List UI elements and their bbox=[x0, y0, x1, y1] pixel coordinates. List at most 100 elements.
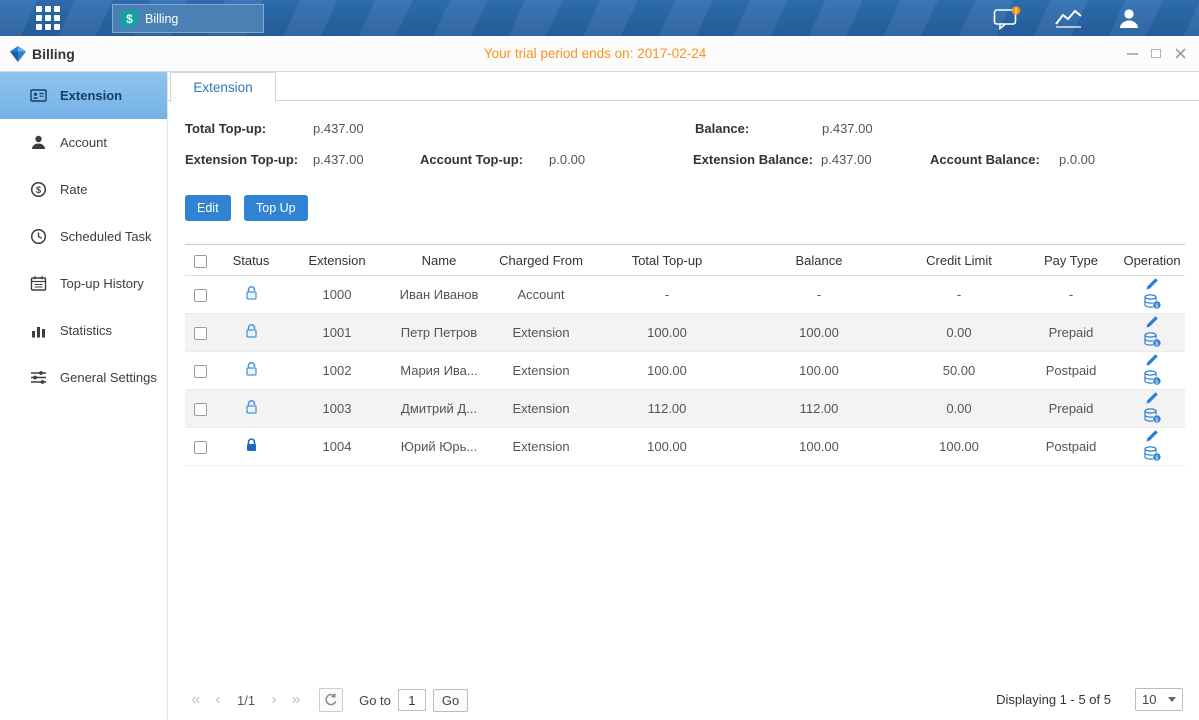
extension-table: Status Extension Name Charged From Total… bbox=[185, 244, 1185, 466]
topup-icon[interactable]: $ bbox=[1144, 332, 1161, 351]
svg-text:!: ! bbox=[1015, 8, 1017, 15]
page-size-select[interactable]: 10 bbox=[1135, 688, 1183, 711]
cell-extension: 1001 bbox=[287, 314, 387, 352]
cell-total-topup: 100.00 bbox=[591, 314, 743, 352]
header-name: Name bbox=[387, 245, 491, 276]
user-icon[interactable] bbox=[1116, 6, 1142, 35]
row-checkbox[interactable] bbox=[194, 365, 207, 378]
sidebar-item-general-settings[interactable]: General Settings bbox=[0, 354, 167, 401]
select-all-checkbox[interactable] bbox=[194, 255, 207, 268]
account-topup-value: p.0.00 bbox=[549, 152, 585, 167]
cell-extension: 1003 bbox=[287, 390, 387, 428]
cell-extension: 1004 bbox=[287, 428, 387, 466]
calendar-icon bbox=[30, 275, 47, 292]
edit-button[interactable]: Edit bbox=[185, 195, 231, 221]
table-row[interactable]: 1000 Иван Иванов Account - - - - $ bbox=[185, 276, 1185, 314]
table-row[interactable]: 1004 Юрий Юрь... Extension 100.00 100.00… bbox=[185, 428, 1185, 466]
bar-chart-icon bbox=[30, 322, 47, 339]
cell-name: Дмитрий Д... bbox=[387, 390, 491, 428]
table-row[interactable]: 1001 Петр Петров Extension 100.00 100.00… bbox=[185, 314, 1185, 352]
topup-icon[interactable]: $ bbox=[1144, 446, 1161, 465]
topup-icon[interactable]: $ bbox=[1144, 370, 1161, 389]
rate-icon: $ bbox=[30, 181, 47, 198]
total-topup-value: p.437.00 bbox=[313, 121, 364, 136]
chat-icon[interactable]: ! bbox=[993, 6, 1021, 35]
main-content: Extension Total Top-up: p.437.00 Balance… bbox=[168, 72, 1199, 720]
edit-icon[interactable] bbox=[1145, 390, 1160, 408]
header-extension: Extension bbox=[287, 245, 387, 276]
tab-extension[interactable]: Extension bbox=[170, 72, 276, 102]
header-pay-type: Pay Type bbox=[1023, 245, 1119, 276]
first-page-button[interactable]: « bbox=[185, 691, 207, 709]
cell-name: Юрий Юрь... bbox=[387, 428, 491, 466]
topup-icon[interactable]: $ bbox=[1144, 294, 1161, 313]
cell-name: Мария Ива... bbox=[387, 352, 491, 390]
cell-charged-from: Account bbox=[491, 276, 591, 314]
account-topup-label: Account Top-up: bbox=[420, 152, 523, 167]
go-button[interactable]: Go bbox=[433, 689, 468, 712]
account-balance-value: p.0.00 bbox=[1059, 152, 1095, 167]
sidebar-item-label: Statistics bbox=[60, 323, 112, 338]
summary-panel: Total Top-up: p.437.00 Balance: p.437.00… bbox=[185, 121, 1190, 191]
goto-page-input[interactable] bbox=[398, 689, 426, 711]
cell-pay-type: Prepaid bbox=[1023, 390, 1119, 428]
topbar-billing-tab[interactable]: $ Billing bbox=[112, 4, 264, 33]
minimize-button[interactable] bbox=[1121, 36, 1143, 71]
page-size-value: 10 bbox=[1142, 692, 1156, 707]
cell-balance: 100.00 bbox=[743, 314, 895, 352]
header-credit-limit: Credit Limit bbox=[895, 245, 1023, 276]
sidebar-item-account[interactable]: Account bbox=[0, 119, 167, 166]
tab-strip: Extension bbox=[168, 72, 1199, 101]
account-icon bbox=[30, 134, 47, 151]
table-row[interactable]: 1002 Мария Ива... Extension 100.00 100.0… bbox=[185, 352, 1185, 390]
top-up-button[interactable]: Top Up bbox=[244, 195, 308, 221]
topbar: $ Billing ! bbox=[0, 0, 1199, 36]
extension-topup-label: Extension Top-up: bbox=[185, 152, 298, 167]
cell-charged-from: Extension bbox=[491, 390, 591, 428]
row-checkbox[interactable] bbox=[194, 289, 207, 302]
balance-value: p.437.00 bbox=[822, 121, 873, 136]
total-topup-label: Total Top-up: bbox=[185, 121, 266, 136]
row-checkbox[interactable] bbox=[194, 327, 207, 340]
cell-credit-limit: 100.00 bbox=[895, 428, 1023, 466]
clock-icon bbox=[30, 228, 47, 245]
sidebar-item-statistics[interactable]: Statistics bbox=[0, 307, 167, 354]
cell-pay-type: - bbox=[1023, 276, 1119, 314]
header-status: Status bbox=[215, 245, 287, 276]
sidebar-item-scheduled-task[interactable]: Scheduled Task bbox=[0, 213, 167, 260]
topup-icon[interactable]: $ bbox=[1144, 408, 1161, 427]
page-indicator: 1/1 bbox=[237, 693, 255, 708]
edit-icon[interactable] bbox=[1145, 428, 1160, 446]
sidebar-item-label: Extension bbox=[60, 88, 122, 103]
table-row[interactable]: 1003 Дмитрий Д... Extension 112.00 112.0… bbox=[185, 390, 1185, 428]
refresh-button[interactable] bbox=[319, 688, 343, 712]
dollar-icon: $ bbox=[121, 10, 138, 27]
sidebar-item-rate[interactable]: $ Rate bbox=[0, 166, 167, 213]
stats-icon[interactable] bbox=[1054, 8, 1084, 33]
next-page-button[interactable]: › bbox=[263, 691, 285, 709]
cell-charged-from: Extension bbox=[491, 352, 591, 390]
prev-page-button[interactable]: ‹ bbox=[207, 691, 229, 709]
last-page-button[interactable]: » bbox=[285, 691, 307, 709]
edit-icon[interactable] bbox=[1145, 276, 1160, 294]
cell-total-topup: 100.00 bbox=[591, 428, 743, 466]
sidebar-item-label: Top-up History bbox=[60, 276, 144, 291]
close-button[interactable] bbox=[1169, 36, 1191, 71]
sidebar-item-topup-history[interactable]: Top-up History bbox=[0, 260, 167, 307]
cell-pay-type: Postpaid bbox=[1023, 428, 1119, 466]
unlocked-icon bbox=[244, 285, 259, 304]
goto-label: Go to bbox=[359, 693, 391, 708]
header-charged-from: Charged From bbox=[491, 245, 591, 276]
cell-extension: 1002 bbox=[287, 352, 387, 390]
row-checkbox[interactable] bbox=[194, 403, 207, 416]
edit-icon[interactable] bbox=[1145, 352, 1160, 370]
apps-grid-icon[interactable] bbox=[36, 6, 62, 31]
sidebar-item-extension[interactable]: Extension bbox=[0, 72, 167, 119]
sidebar-item-label: Scheduled Task bbox=[60, 229, 152, 244]
maximize-button[interactable] bbox=[1145, 36, 1167, 71]
row-checkbox[interactable] bbox=[194, 441, 207, 454]
cell-balance: 112.00 bbox=[743, 390, 895, 428]
sidebar: Extension Account $ Rate Scheduled Task bbox=[0, 72, 168, 720]
extension-balance-label: Extension Balance: bbox=[693, 152, 813, 167]
edit-icon[interactable] bbox=[1145, 314, 1160, 332]
